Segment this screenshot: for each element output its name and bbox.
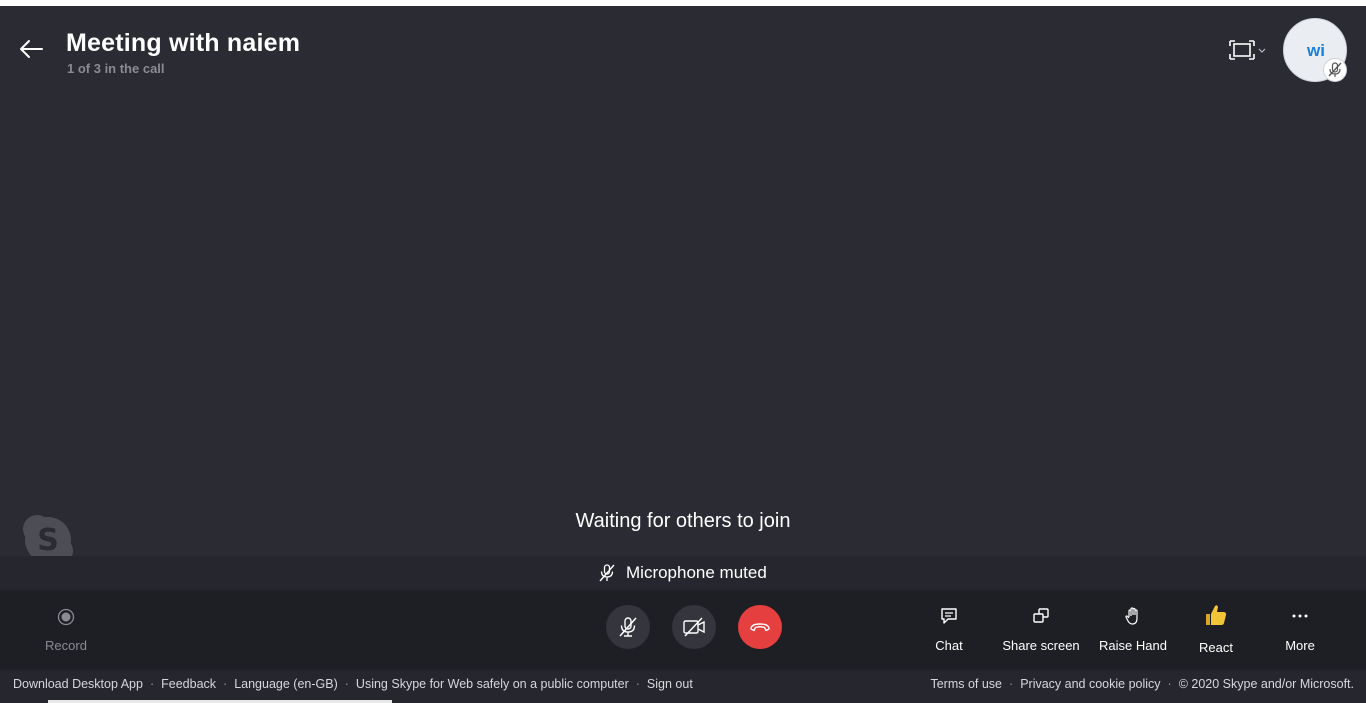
- svg-text:S: S: [37, 523, 59, 558]
- chat-button[interactable]: Chat: [924, 606, 974, 653]
- raise-hand-icon: [1125, 607, 1138, 625]
- layout-toggle-button[interactable]: [1228, 38, 1272, 64]
- end-call-button[interactable]: [738, 605, 782, 649]
- react-label: React: [1199, 640, 1233, 655]
- copyright-text: © 2020 Skype and/or Microsoft.: [1178, 677, 1354, 691]
- call-stage: [0, 6, 1366, 556]
- hang-up-icon: [750, 623, 770, 632]
- video-off-icon: [683, 617, 705, 637]
- mute-microphone-button[interactable]: [606, 605, 650, 649]
- mic-muted-badge: [1323, 58, 1347, 82]
- record-button[interactable]: Record: [30, 608, 102, 653]
- record-icon: [57, 608, 75, 626]
- share-screen-icon: [1033, 608, 1049, 623]
- mute-banner: Microphone muted: [0, 556, 1366, 590]
- record-label: Record: [45, 638, 87, 653]
- participant-count: 1 of 3 in the call: [67, 61, 165, 76]
- terms-of-use-link[interactable]: Terms of use: [930, 677, 1002, 691]
- waiting-message: Waiting for others to join: [575, 510, 791, 532]
- arrow-left-icon: [20, 40, 43, 58]
- footer: Download Desktop App · Feedback · Language (…: [0, 670, 1366, 703]
- more-button[interactable]: More: [1276, 606, 1324, 653]
- react-button[interactable]: React: [1192, 602, 1240, 655]
- video-toggle-button[interactable]: [672, 605, 716, 649]
- download-desktop-app-link[interactable]: Download Desktop App: [13, 677, 143, 691]
- mic-muted-icon: [619, 617, 637, 637]
- share-screen-button[interactable]: Share screen: [998, 606, 1084, 653]
- footer-links-left: Download Desktop App · Feedback · Language (…: [13, 677, 693, 691]
- footer-links-right: Terms of use · Privacy and cookie policy · ©…: [930, 677, 1354, 691]
- call-toolbar: Record Chat Share screen Raise Hand Reac…: [0, 590, 1366, 670]
- mic-muted-icon: [1328, 62, 1342, 77]
- fullscreen-icon: [1229, 40, 1266, 60]
- sign-out-link[interactable]: Sign out: [647, 677, 693, 691]
- chat-icon: [941, 608, 957, 624]
- back-button[interactable]: [16, 34, 46, 64]
- mute-banner-text: Microphone muted: [626, 563, 767, 582]
- chat-label: Chat: [935, 638, 963, 653]
- call-title: Meeting with naiem: [66, 29, 301, 57]
- share-screen-label: Share screen: [1002, 638, 1080, 653]
- mic-muted-icon: [599, 564, 615, 582]
- more-icon: [1292, 614, 1308, 618]
- language-link[interactable]: Language (en-GB): [234, 677, 338, 691]
- raise-hand-label: Raise Hand: [1099, 638, 1167, 653]
- more-label: More: [1285, 638, 1315, 653]
- feedback-link[interactable]: Feedback: [161, 677, 216, 691]
- privacy-policy-link[interactable]: Privacy and cookie policy: [1020, 677, 1160, 691]
- raise-hand-button[interactable]: Raise Hand: [1096, 606, 1170, 653]
- thumbs-up-icon: [1206, 605, 1227, 625]
- public-computer-safety-link[interactable]: Using Skype for Web safely on a public c…: [356, 677, 629, 691]
